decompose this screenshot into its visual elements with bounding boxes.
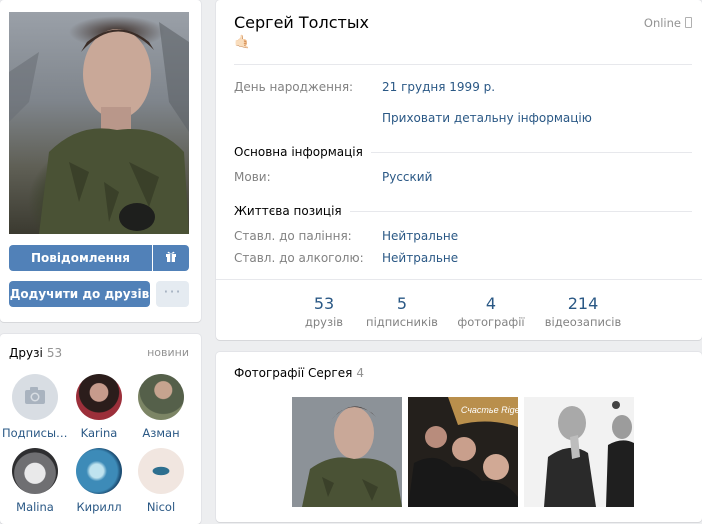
photo-thumbnail[interactable] — [524, 397, 634, 507]
friend-item[interactable]: Подписыв... — [2, 374, 68, 440]
more-actions-button[interactable]: ··· — [156, 281, 189, 307]
friend-item[interactable]: Кирилл — [66, 448, 132, 514]
avatar — [138, 448, 184, 494]
stat-caption: друзів — [304, 315, 344, 329]
photos-count: 4 — [356, 366, 364, 380]
divider — [216, 279, 702, 280]
gift-button[interactable] — [153, 245, 189, 271]
stat-caption: відеозаписів — [544, 315, 622, 329]
alcohol-value[interactable]: Нейтральне — [382, 251, 458, 265]
friend-name: Подписыв... — [2, 426, 68, 440]
profile-photo-card: Повідомлення Додучити до друзів ··· — [0, 0, 201, 322]
mobile-icon — [685, 17, 692, 28]
online-status: Online — [644, 16, 692, 30]
friend-name: Nicol — [146, 500, 176, 514]
photos-title[interactable]: Фотографії Сергея 4 — [234, 366, 364, 380]
hide-details-link[interactable]: Приховати детальну інформацію — [382, 111, 592, 125]
friends-count: 53 — [46, 346, 63, 360]
friend-item[interactable]: Азман — [128, 374, 194, 440]
languages-label: Мови: — [234, 170, 271, 184]
friend-item[interactable]: Karina — [66, 374, 132, 440]
section-basic-info: Основна інформація — [234, 145, 371, 159]
alcohol-label: Ставл. до алкоголю: — [234, 251, 364, 265]
friends-news-link[interactable]: новини — [147, 346, 189, 359]
friends-block: Друзі 53 новини Подписыв... Karina Азман … — [0, 334, 201, 524]
friends-title[interactable]: Друзі 53 — [9, 346, 62, 360]
stat-caption: фотографії — [457, 315, 525, 329]
message-button[interactable]: Повідомлення — [9, 245, 152, 271]
smoking-label: Ставл. до паління: — [234, 229, 352, 243]
stat-photos[interactable]: 4 фотографії — [456, 294, 526, 329]
photo-thumbnail[interactable]: Счастье Rigen! — [408, 397, 518, 507]
add-friend-button[interactable]: Додучити до друзів — [9, 281, 150, 307]
stat-followers[interactable]: 5 підписників — [362, 294, 442, 329]
birthday-value[interactable]: 21 грудня 1999 р. — [382, 80, 495, 94]
friend-item[interactable]: Nicol — [128, 448, 194, 514]
smoking-value[interactable]: Нейтральне — [382, 229, 458, 243]
photo-thumbnail[interactable] — [292, 397, 402, 507]
status-text[interactable]: 🤙🏻 — [234, 35, 250, 50]
profile-photo[interactable] — [9, 12, 189, 234]
avatar — [76, 448, 122, 494]
avatar — [12, 448, 58, 494]
avatar — [138, 374, 184, 420]
stat-number: 53 — [313, 294, 335, 313]
friend-name: Malina — [16, 500, 54, 514]
stat-number: 4 — [485, 294, 497, 313]
section-life-position: Життєва позиція — [234, 204, 350, 218]
gift-icon — [165, 250, 177, 265]
page-title: Сергей Толстых — [234, 13, 369, 32]
thumbnail-caption: Счастье Rigen! — [461, 405, 518, 415]
online-label: Online — [643, 16, 681, 30]
photos-title-label: Фотографії Сергея — [234, 366, 353, 380]
camera-icon — [12, 374, 58, 420]
photos-block: Фотографії Сергея4 Счастье Rigen! — [216, 352, 702, 522]
friends-title-label: Друзі — [9, 346, 43, 360]
divider — [234, 64, 692, 65]
stat-number: 214 — [567, 294, 599, 313]
stat-friends[interactable]: 53 друзів — [302, 294, 346, 329]
profile-info-card: Сергей Толстых 🤙🏻 Online День народження… — [216, 0, 702, 340]
birthday-label: День народження: — [234, 80, 354, 94]
friend-name: Karina — [80, 426, 118, 440]
stat-caption: підписників — [366, 315, 438, 329]
stat-videos[interactable]: 214 відеозаписів — [542, 294, 624, 329]
friend-name: Азман — [142, 426, 180, 440]
languages-value[interactable]: Русский — [382, 170, 432, 184]
stat-number: 5 — [396, 294, 408, 313]
friend-name: Кирилл — [76, 500, 122, 514]
avatar — [76, 374, 122, 420]
friend-item[interactable]: Malina — [2, 448, 68, 514]
